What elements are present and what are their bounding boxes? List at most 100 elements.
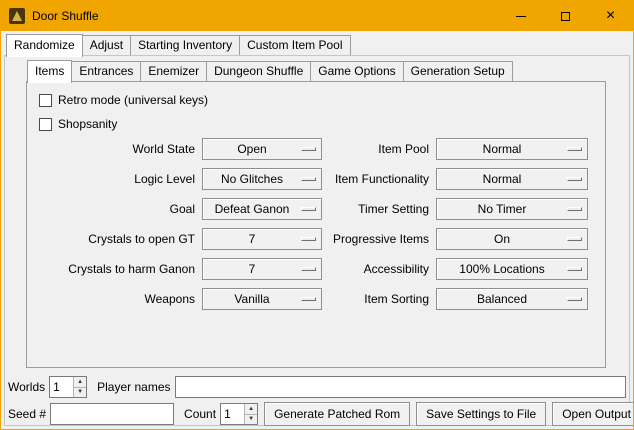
tab-adjust[interactable]: Adjust bbox=[82, 35, 131, 55]
dropdown-goal[interactable]: Defeat Ganon bbox=[202, 198, 322, 220]
setting-label: Accessibility bbox=[329, 258, 429, 280]
tab-items[interactable]: Items bbox=[27, 60, 72, 83]
generate-rom-button[interactable]: Generate Patched Rom bbox=[264, 402, 410, 426]
checkbox-label: Shopsanity bbox=[58, 117, 117, 131]
checkbox-shopsanity[interactable]: Shopsanity bbox=[39, 114, 605, 134]
dropdown-indicator-icon bbox=[567, 267, 582, 271]
setting-label: Goal bbox=[37, 198, 195, 220]
app-icon bbox=[9, 8, 25, 24]
titlebar: Door Shuffle × bbox=[1, 1, 633, 31]
dropdown-weapons[interactable]: Vanilla bbox=[202, 288, 322, 310]
dropdown-timer-setting[interactable]: No Timer bbox=[436, 198, 588, 220]
tab-game-options[interactable]: Game Options bbox=[310, 61, 403, 81]
setting-label: World State bbox=[37, 138, 195, 160]
checkbox-label: Retro mode (universal keys) bbox=[58, 93, 208, 107]
maximize-icon bbox=[561, 12, 570, 21]
setting-label: Item Pool bbox=[329, 138, 429, 160]
minimize-button[interactable] bbox=[498, 1, 543, 31]
dropdown-indicator-icon bbox=[301, 177, 316, 181]
inner-tab-bar: Items Entrances Enemizer Dungeon Shuffle… bbox=[27, 60, 513, 81]
close-button[interactable]: × bbox=[588, 1, 633, 31]
dropdown-value: No Timer bbox=[437, 202, 567, 216]
tab-custom-item-pool[interactable]: Custom Item Pool bbox=[239, 35, 350, 55]
checkbox-icon[interactable] bbox=[39, 118, 52, 131]
dropdown-indicator-icon bbox=[301, 237, 316, 241]
setting-label: Item Functionality bbox=[329, 168, 429, 190]
spin-up-icon: ▲ bbox=[248, 406, 254, 412]
dropdown-value: 7 bbox=[203, 262, 301, 276]
dropdown-crystals-harm-ganon[interactable]: 7 bbox=[202, 258, 322, 280]
items-tab-pane: Retro mode (universal keys) Shopsanity W… bbox=[26, 81, 606, 368]
tab-generation-setup[interactable]: Generation Setup bbox=[403, 61, 513, 81]
player-names-input[interactable] bbox=[175, 376, 627, 398]
maximize-button[interactable] bbox=[543, 1, 588, 31]
setting-label: Crystals to open GT bbox=[37, 228, 195, 250]
dropdown-accessibility[interactable]: 100% Locations bbox=[436, 258, 588, 280]
spin-up-icon: ▲ bbox=[77, 379, 83, 385]
worlds-spinbox[interactable]: 1 ▲ ▼ bbox=[49, 376, 87, 398]
setting-label: Item Sorting bbox=[329, 288, 429, 310]
dropdown-value: Open bbox=[203, 142, 301, 156]
setting-label: Weapons bbox=[37, 288, 195, 310]
dropdown-crystals-open-gt[interactable]: 7 bbox=[202, 228, 322, 250]
tab-starting-inventory[interactable]: Starting Inventory bbox=[130, 35, 240, 55]
setting-label: Timer Setting bbox=[329, 198, 429, 220]
window: Door Shuffle × Randomize Adjust Starting… bbox=[0, 0, 634, 430]
count-spinbox[interactable]: 1 ▲ ▼ bbox=[220, 403, 258, 425]
dropdown-indicator-icon bbox=[301, 207, 316, 211]
window-content: Randomize Adjust Starting Inventory Cust… bbox=[1, 31, 633, 429]
dropdown-item-pool[interactable]: Normal bbox=[436, 138, 588, 160]
minimize-icon bbox=[516, 16, 526, 17]
dropdown-indicator-icon bbox=[301, 297, 316, 301]
spin-down-icon: ▼ bbox=[77, 389, 83, 395]
tab-enemizer[interactable]: Enemizer bbox=[140, 61, 207, 81]
checkbox-icon[interactable] bbox=[39, 94, 52, 107]
dropdown-indicator-icon bbox=[567, 177, 582, 181]
checkbox-retro-mode[interactable]: Retro mode (universal keys) bbox=[39, 90, 605, 110]
setting-label: Logic Level bbox=[37, 168, 195, 190]
outer-tab-bar: Randomize Adjust Starting Inventory Cust… bbox=[6, 33, 351, 55]
dropdown-indicator-icon bbox=[567, 147, 582, 151]
dropdown-world-state[interactable]: Open bbox=[202, 138, 322, 160]
dropdown-indicator-icon bbox=[567, 237, 582, 241]
spinner-arrows: ▲ ▼ bbox=[244, 404, 257, 424]
dropdown-indicator-icon bbox=[301, 267, 316, 271]
dropdown-value: Vanilla bbox=[203, 292, 301, 306]
player-names-label: Player names bbox=[97, 380, 170, 394]
spin-down-icon: ▼ bbox=[248, 416, 254, 422]
spin-down-button[interactable]: ▼ bbox=[245, 414, 257, 425]
count-value: 1 bbox=[221, 404, 244, 424]
tab-entrances[interactable]: Entrances bbox=[71, 61, 141, 81]
spinner-arrows: ▲ ▼ bbox=[73, 377, 86, 397]
tab-randomize[interactable]: Randomize bbox=[6, 34, 83, 57]
tab-dungeon-shuffle[interactable]: Dungeon Shuffle bbox=[206, 61, 311, 81]
save-settings-button[interactable]: Save Settings to File bbox=[416, 402, 546, 426]
window-title: Door Shuffle bbox=[32, 9, 498, 23]
dropdown-value: No Glitches bbox=[203, 172, 301, 186]
dropdown-progressive-items[interactable]: On bbox=[436, 228, 588, 250]
dropdown-value: Normal bbox=[437, 172, 567, 186]
seed-label: Seed # bbox=[8, 407, 46, 421]
worlds-value: 1 bbox=[50, 377, 73, 397]
setting-label: Crystals to harm Ganon bbox=[37, 258, 195, 280]
dropdown-value: 7 bbox=[203, 232, 301, 246]
dropdown-indicator-icon bbox=[567, 207, 582, 211]
open-output-button[interactable]: Open Output Directory bbox=[552, 402, 634, 426]
dropdown-item-sorting[interactable]: Balanced bbox=[436, 288, 588, 310]
worlds-label: Worlds bbox=[8, 380, 45, 394]
spin-down-button[interactable]: ▼ bbox=[74, 387, 86, 398]
dropdown-value: Normal bbox=[437, 142, 567, 156]
seed-input[interactable] bbox=[50, 403, 174, 425]
dropdown-value: Defeat Ganon bbox=[203, 202, 301, 216]
spin-up-button[interactable]: ▲ bbox=[245, 404, 257, 414]
dropdown-item-functionality[interactable]: Normal bbox=[436, 168, 588, 190]
spin-up-button[interactable]: ▲ bbox=[74, 377, 86, 387]
worlds-row: Worlds 1 ▲ ▼ Player names bbox=[8, 376, 626, 398]
dropdown-logic-level[interactable]: No Glitches bbox=[202, 168, 322, 190]
dropdown-value: Balanced bbox=[437, 292, 567, 306]
setting-label: Progressive Items bbox=[329, 228, 429, 250]
count-label: Count bbox=[184, 407, 216, 421]
dropdown-indicator-icon bbox=[301, 147, 316, 151]
settings-grid: World State Open Item Pool Normal Logic … bbox=[37, 138, 598, 310]
dropdown-value: 100% Locations bbox=[437, 262, 567, 276]
